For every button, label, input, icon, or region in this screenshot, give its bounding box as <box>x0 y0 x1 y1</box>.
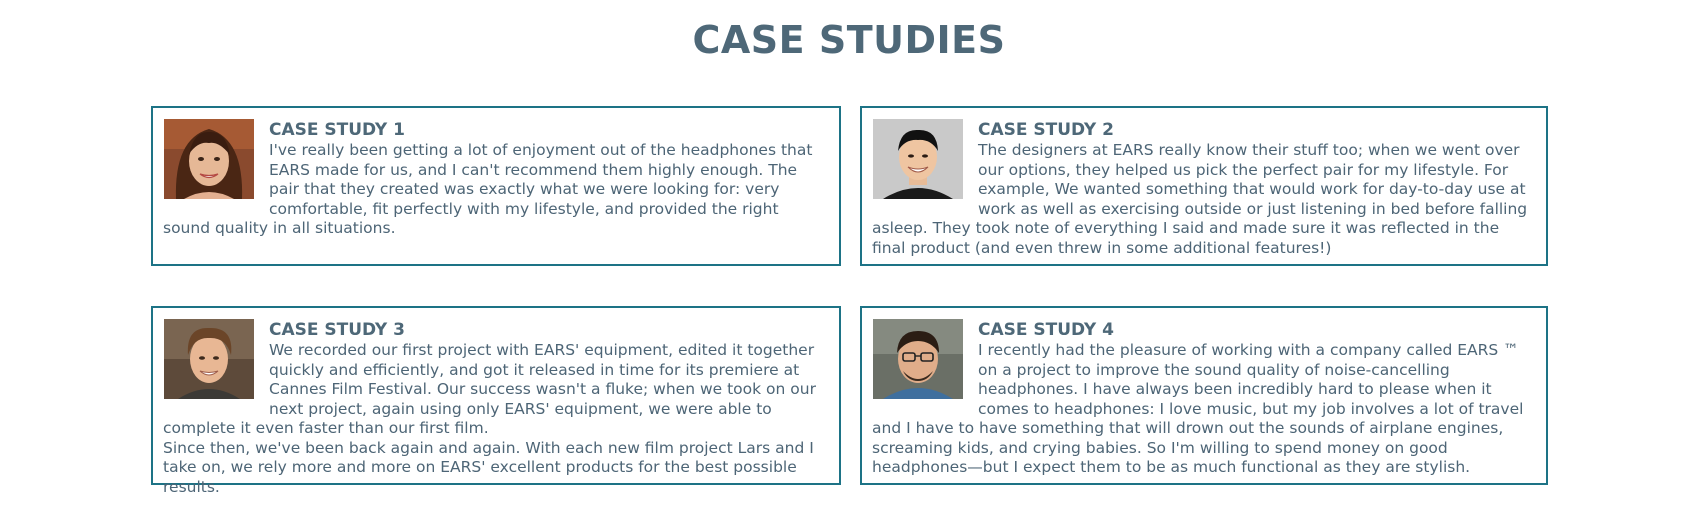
case-study-title: CASE STUDY 3 <box>269 320 405 340</box>
avatar-young-man-portrait <box>164 319 254 399</box>
case-study-text: I recently had the pleasure of working w… <box>872 341 1524 476</box>
case-study-title: CASE STUDY 1 <box>269 120 405 140</box>
page-title: CASE STUDIES <box>692 18 1006 62</box>
case-study-text: I've really been getting a lot of enjoym… <box>163 141 813 237</box>
case-study-title: CASE STUDY 2 <box>978 120 1114 140</box>
case-study-title: CASE STUDY 4 <box>978 320 1114 340</box>
case-study-card-3: CASE STUDY 3 We recorded our first proje… <box>151 306 841 496</box>
avatar-woman-portrait <box>164 119 254 199</box>
case-study-text: We recorded our first project with EARS'… <box>163 341 816 437</box>
case-study-card-4: CASE STUDY 4 I recently had the pleasure… <box>860 306 1548 485</box>
case-study-text: Since then, we've been back again and ag… <box>163 438 814 496</box>
case-study-card-2: CASE STUDY 2 The designers at EARS reall… <box>860 106 1548 266</box>
avatar-man-smiling-portrait <box>873 119 963 199</box>
case-study-card-1: CASE STUDY 1 I've really been getting a … <box>151 106 841 266</box>
case-study-text: The designers at EARS really know their … <box>872 141 1528 257</box>
avatar-man-glasses-portrait <box>873 319 963 399</box>
